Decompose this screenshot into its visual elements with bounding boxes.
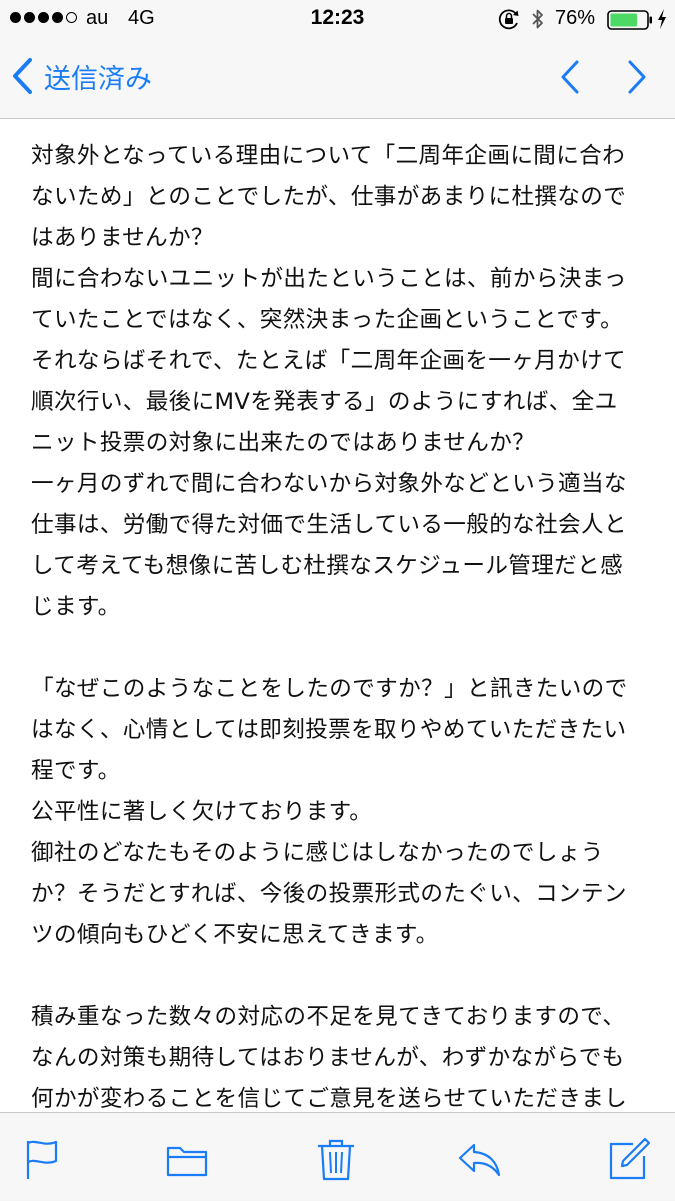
message-line: はありませんか？	[31, 225, 214, 251]
battery-percent: 76%	[555, 7, 596, 29]
message-line: 御社のどなたもそのように感じはしなかったのでしょう	[31, 840, 604, 866]
message-line: 「なぜこのようなことをしたのですか？」と訊きたいので	[31, 676, 628, 702]
charging-icon	[658, 9, 666, 29]
message-line: 仕事は、労働で得た対価で生活している一般的な社会人と	[31, 512, 627, 538]
message-line: なんの対策も期待してはおりませんが、わずかながらでも	[31, 1045, 625, 1071]
orientation-lock-icon	[498, 9, 519, 30]
message-line: 間に合わないユニットが出たということは、前から決まっ	[31, 266, 627, 292]
compose-icon	[609, 1137, 651, 1180]
trash-button[interactable]	[314, 1137, 358, 1181]
message-line: 公平性に著しく欠けております。	[31, 799, 373, 825]
message-line: それならばそれで、たとえば「二周年企画を一ヶ月かけて	[31, 348, 626, 374]
status-bar: au 4G 12:23 76%	[0, 0, 675, 40]
trash-icon	[318, 1139, 354, 1181]
message-line: ていたことではなく、突然決まった企画ということです。	[31, 307, 624, 333]
message-paragraph: 対象外となっている理由について「二周年企画に間に合わ ないため」とのことでしたが…	[31, 136, 651, 628]
flag-icon	[26, 1140, 58, 1179]
message-line: 積み重なった数々の対応の不足を見てきておりますので、	[31, 1004, 626, 1030]
chevron-left-icon	[13, 58, 32, 94]
message-line: じます。	[31, 594, 121, 620]
flag-button[interactable]	[20, 1137, 64, 1181]
back-label: 送信済み	[44, 63, 152, 95]
message-line: して考えても想像に苦しむ杜撰なスケジュール管理だと感	[31, 553, 624, 579]
battery-icon	[607, 10, 652, 30]
bluetooth-icon	[532, 9, 543, 29]
compose-button[interactable]	[607, 1137, 651, 1181]
top-chrome: au 4G 12:23 76% 送信済み	[0, 0, 675, 119]
reply-button[interactable]	[457, 1137, 501, 1181]
message-line: ニット投票の対象に出来たのではありませんか？	[31, 430, 536, 456]
message-line: はなく、心情としては即刻投票を取りやめていただきたい	[31, 717, 627, 743]
navigation-bar: 送信済み	[0, 44, 675, 108]
previous-message-button[interactable]	[555, 58, 585, 96]
message-line: ツの傾向もひどく不安に思えてきます。	[31, 922, 439, 948]
message-line: 対象外となっている理由について「二周年企画に間に合わ	[31, 143, 626, 169]
message-line: 順次行い、最後にMVを発表する」のようにすれば、全ユ	[31, 389, 618, 415]
next-message-button[interactable]	[622, 58, 652, 96]
message-line: ないため」とのことでしたが、仕事があまりに杜撰なので	[31, 184, 627, 210]
message-line: か？そうだとすれば、今後の投票形式のたぐい、コンテン	[31, 881, 627, 907]
bottom-toolbar	[0, 1112, 675, 1201]
message-paragraph: 「なぜこのようなことをしたのですか？」と訊きたいので はなく、心情としては即刻投…	[31, 669, 651, 956]
folder-icon	[166, 1146, 208, 1177]
reply-icon	[458, 1143, 501, 1177]
move-to-folder-button[interactable]	[165, 1137, 209, 1181]
message-line: 一ヶ月のずれで間に合わないから対象外などという適当な	[31, 471, 627, 497]
message-line: 程です。	[31, 758, 121, 784]
message-body: 対象外となっている理由について「二周年企画に間に合わ ないため」とのことでしたが…	[31, 136, 651, 1202]
back-button[interactable]: 送信済み	[10, 54, 152, 98]
